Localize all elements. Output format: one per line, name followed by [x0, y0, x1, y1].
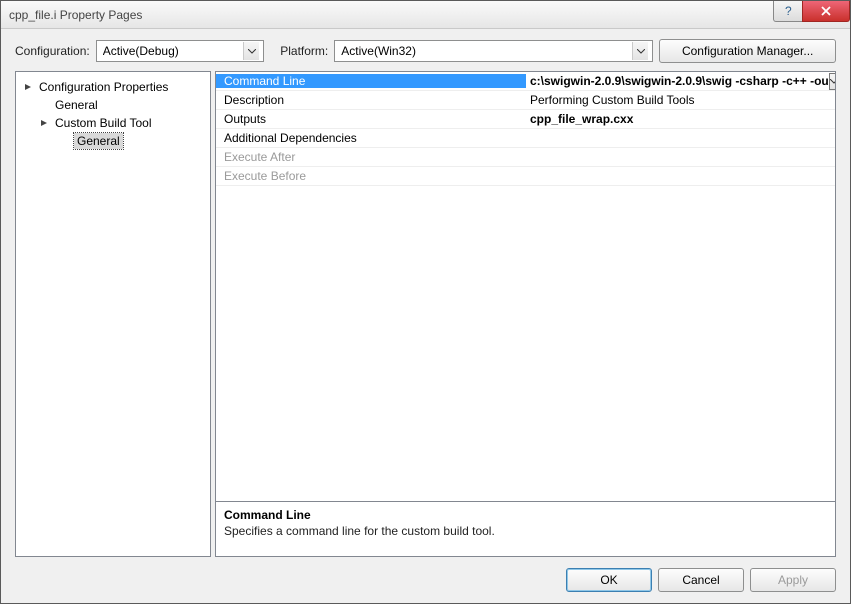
tree-item-config-properties[interactable]: Configuration Properties	[18, 78, 208, 96]
close-button[interactable]	[802, 1, 850, 22]
property-grid[interactable]: Command Linec:\swigwin-2.0.9\swigwin-2.0…	[215, 71, 836, 502]
apply-button[interactable]: Apply	[750, 568, 836, 592]
config-toolbar: Configuration: Active(Debug) Platform: A…	[1, 29, 850, 71]
property-value[interactable]: c:\swigwin-2.0.9\swigwin-2.0.9\swig -csh…	[526, 73, 835, 90]
property-key: Additional Dependencies	[216, 131, 526, 145]
configuration-label: Configuration:	[15, 44, 90, 58]
property-key: Execute Before	[216, 169, 526, 183]
property-row[interactable]: Execute Before	[216, 167, 835, 186]
configuration-combo[interactable]: Active(Debug)	[96, 40, 265, 62]
platform-label: Platform:	[280, 44, 328, 58]
right-pane: Command Linec:\swigwin-2.0.9\swigwin-2.0…	[215, 71, 836, 557]
platform-combo[interactable]: Active(Win32)	[334, 40, 653, 62]
chevron-down-icon	[632, 42, 648, 60]
property-value[interactable]: Performing Custom Build Tools	[526, 93, 835, 107]
property-pages-window: cpp_file.i Property Pages ? Configuratio…	[0, 0, 851, 604]
property-row[interactable]: Additional Dependencies	[216, 129, 835, 148]
dialog-footer: OK Cancel Apply	[1, 557, 850, 603]
collapse-icon	[38, 117, 50, 129]
property-key: Command Line	[216, 74, 526, 88]
description-panel: Command Line Specifies a command line fo…	[215, 502, 836, 557]
tree-item-custom-build-tool-general[interactable]: General	[18, 132, 208, 150]
property-row[interactable]: DescriptionPerforming Custom Build Tools	[216, 91, 835, 110]
cancel-button[interactable]: Cancel	[658, 568, 744, 592]
collapse-icon	[22, 81, 34, 93]
window-title: cpp_file.i Property Pages	[9, 8, 142, 22]
tree-item-general[interactable]: General	[18, 96, 208, 114]
property-tree[interactable]: Configuration Properties General Custom …	[15, 71, 211, 557]
property-key: Execute After	[216, 150, 526, 164]
ok-button[interactable]: OK	[566, 568, 652, 592]
chevron-down-icon[interactable]	[829, 73, 835, 90]
property-key: Description	[216, 93, 526, 107]
property-value[interactable]: cpp_file_wrap.cxx	[526, 112, 835, 126]
property-row[interactable]: Outputscpp_file_wrap.cxx	[216, 110, 835, 129]
property-key: Outputs	[216, 112, 526, 126]
property-row[interactable]: Execute After	[216, 148, 835, 167]
help-button[interactable]: ?	[773, 1, 803, 22]
chevron-down-icon	[243, 42, 259, 60]
tree-item-custom-build-tool[interactable]: Custom Build Tool	[18, 114, 208, 132]
description-body: Specifies a command line for the custom …	[224, 524, 827, 538]
content-area: Configuration Properties General Custom …	[1, 71, 850, 557]
window-controls: ?	[774, 1, 850, 22]
svg-text:?: ?	[785, 5, 792, 17]
configuration-value: Active(Debug)	[103, 44, 240, 58]
platform-value: Active(Win32)	[341, 44, 628, 58]
titlebar: cpp_file.i Property Pages ?	[1, 1, 850, 29]
configuration-manager-button[interactable]: Configuration Manager...	[659, 39, 836, 63]
description-heading: Command Line	[224, 508, 827, 522]
property-row[interactable]: Command Linec:\swigwin-2.0.9\swigwin-2.0…	[216, 72, 835, 91]
